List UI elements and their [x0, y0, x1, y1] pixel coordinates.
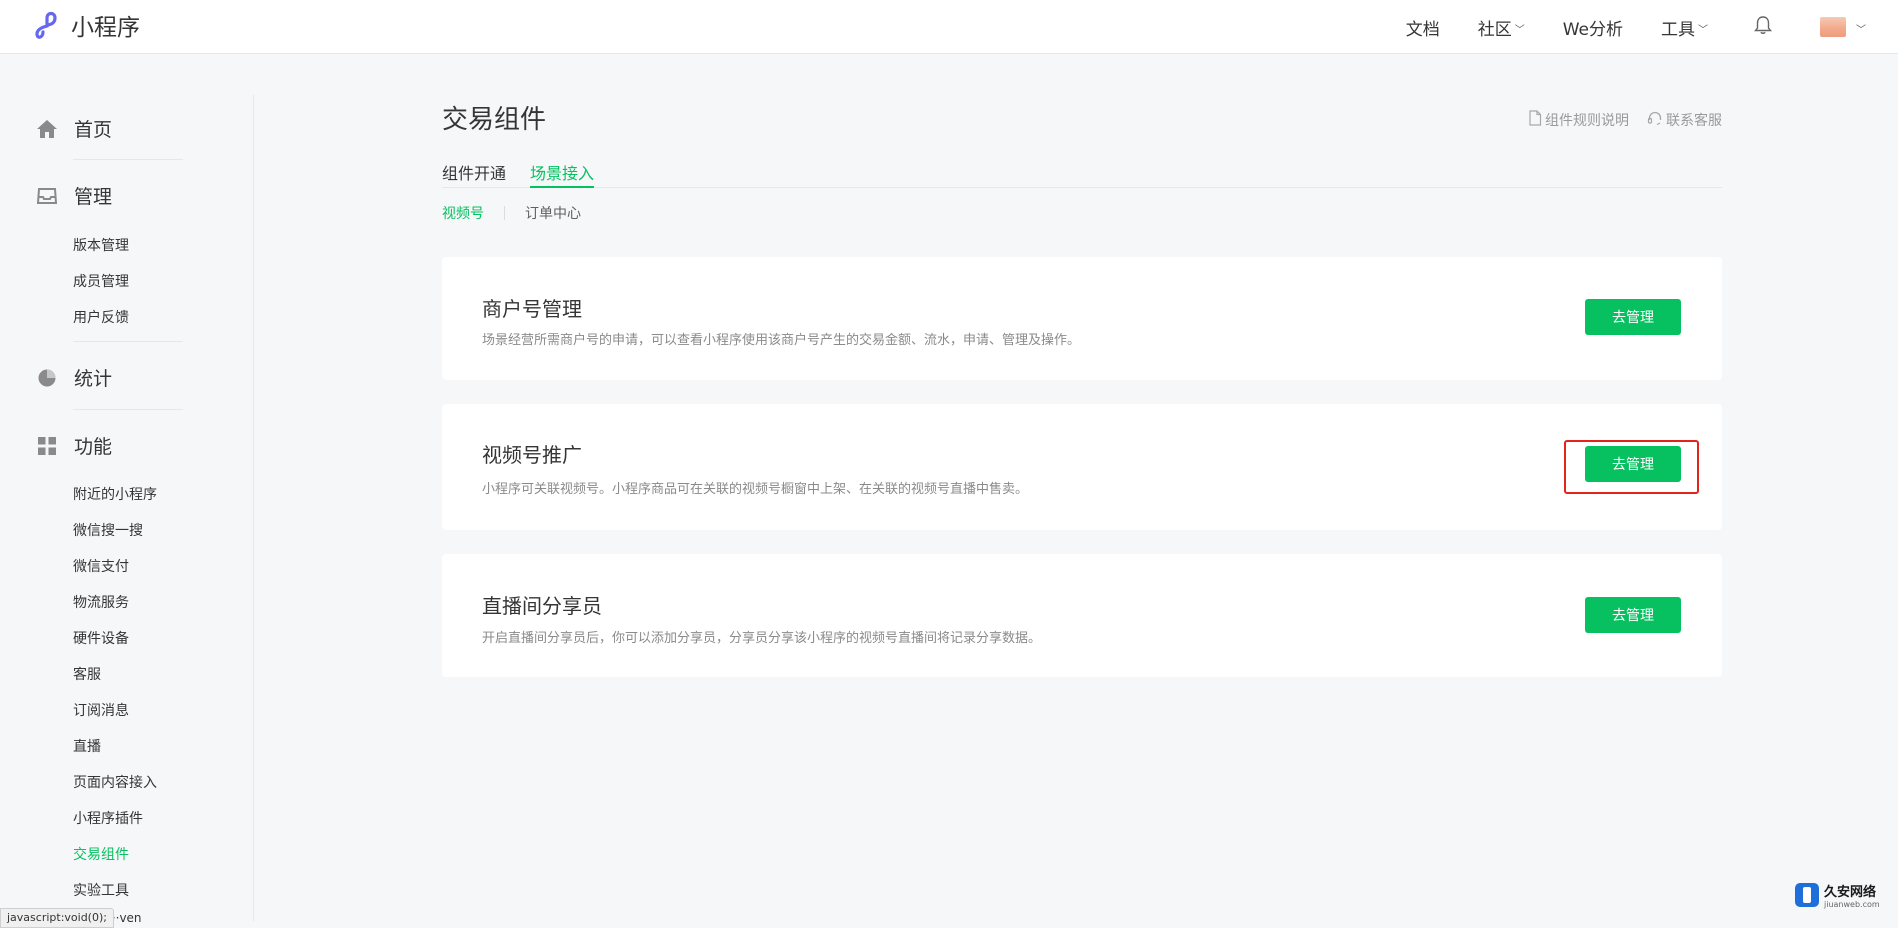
- page-title: 交易组件: [442, 105, 547, 135]
- chevron-down-icon: ﹀: [1698, 24, 1708, 36]
- inbox-icon: [36, 185, 58, 207]
- nav-community[interactable]: 社区 ﹀: [1478, 15, 1525, 40]
- chevron-down-icon: ﹀: [1514, 24, 1525, 36]
- logo[interactable]: 小程序: [35, 8, 140, 42]
- pie-chart-icon: [36, 367, 58, 389]
- card-description: 小程序可关联视频号。小程序商品可在关联的视频号橱窗中上架、在关联的视频号直播中售…: [482, 482, 1029, 497]
- subtab-order-center[interactable]: 订单中心: [525, 203, 581, 223]
- card-channels-promotion: 视频号推广 小程序可关联视频号。小程序商品可在关联的视频号橱窗中上架、在关联的视…: [442, 404, 1722, 530]
- sidebar-item-pay[interactable]: 微信支付: [73, 556, 129, 576]
- sidebar-item-page-content[interactable]: 页面内容接入: [73, 772, 157, 792]
- card-description: 开启直播间分享员后，你可以添加分享员，分享员分享该小程序的视频号直播间将记录分享…: [482, 631, 1042, 646]
- rules-link[interactable]: 组件规则说明: [1528, 110, 1629, 130]
- sidebar-separator: [73, 409, 183, 410]
- subtab-channels[interactable]: 视频号: [442, 203, 484, 223]
- top-nav: 文档 社区 ﹀ We分析 工具 ﹀ ﹀: [1406, 0, 1898, 54]
- card-merchant-management: 商户号管理 场景经营所需商户号的申请，可以查看小程序使用该商户号产生的交易金额、…: [442, 257, 1722, 380]
- nav-docs-label: 文档: [1405, 19, 1440, 40]
- sidebar-item-version[interactable]: 版本管理: [73, 235, 129, 255]
- sidebar-item-live[interactable]: 直播: [73, 736, 101, 756]
- sidebar-item-plugin[interactable]: 小程序插件: [73, 808, 143, 828]
- subtab-bar: 视频号 订单中心: [442, 203, 581, 223]
- sidebar-item-subscribe[interactable]: 订阅消息: [73, 700, 129, 720]
- home-icon: [36, 118, 58, 140]
- card-live-sharers: 直播间分享员 开启直播间分享员后，你可以添加分享员，分享员分享该小程序的视频号直…: [442, 554, 1722, 677]
- nav-we-analysis-label: We分析: [1562, 19, 1623, 40]
- top-header: 小程序 文档 社区 ﹀ We分析 工具 ﹀ ﹀: [0, 0, 1898, 54]
- sidebar-separator: [73, 341, 183, 342]
- sidebar-group-label: 管理: [74, 186, 113, 208]
- tab-enable-component[interactable]: 组件开通: [442, 160, 506, 188]
- app-title: 小程序: [71, 15, 140, 41]
- manage-merchant-button[interactable]: 去管理: [1585, 299, 1681, 335]
- sidebar-group-label: 首页: [74, 119, 113, 141]
- sidebar-item-members[interactable]: 成员管理: [73, 271, 129, 291]
- highlight-box: [1564, 440, 1699, 494]
- watermark-logo-icon: [1794, 882, 1820, 912]
- sidebar-group-label: 统计: [74, 368, 113, 390]
- sidebar-item-hardware[interactable]: 硬件设备: [73, 628, 129, 648]
- miniprogram-logo-icon: [35, 10, 63, 40]
- manage-sharers-button[interactable]: 去管理: [1585, 597, 1681, 633]
- sidebar-separator: [73, 159, 183, 160]
- sidebar-item-service[interactable]: 客服: [73, 664, 101, 684]
- tab-scene-access[interactable]: 场景接入: [530, 160, 595, 188]
- sidebar-divider: [253, 95, 254, 921]
- sidebar-item-feedback[interactable]: 用户反馈: [73, 307, 129, 327]
- avatar[interactable]: [1820, 17, 1846, 37]
- grid-icon: [36, 435, 58, 457]
- tab-bar: 组件开通 场景接入: [442, 159, 1722, 188]
- sidebar-group-label: 功能: [74, 436, 113, 458]
- nav-tools[interactable]: 工具 ﹀: [1661, 15, 1708, 40]
- watermark-cn: 久安网络: [1824, 884, 1877, 900]
- sidebar-item-nearby[interactable]: 附近的小程序: [73, 484, 157, 504]
- chevron-down-icon: ﹀: [1856, 24, 1866, 36]
- sidebar-item-logistics[interactable]: 物流服务: [73, 592, 129, 612]
- nav-tools-label: 工具: [1661, 19, 1695, 40]
- help-links: 组件规则说明 联系客服: [1528, 110, 1722, 130]
- sidebar-group-features[interactable]: 功能: [36, 432, 112, 459]
- nav-we-analysis[interactable]: We分析: [1563, 15, 1623, 40]
- watermark: 久安网络 jiuanweb.com: [1794, 882, 1880, 912]
- sidebar-group-stats[interactable]: 统计: [36, 364, 112, 391]
- browser-status-bar: javascript:void(0);: [0, 908, 114, 928]
- card-description: 场景经营所需商户号的申请，可以查看小程序使用该商户号产生的交易金额、流水，申请、…: [482, 333, 1081, 348]
- headset-icon: [1647, 110, 1666, 130]
- rules-link-label: 组件规则说明: [1545, 113, 1629, 129]
- contact-support-link[interactable]: 联系客服: [1647, 110, 1722, 130]
- sidebar-item-lab[interactable]: 实验工具: [73, 880, 129, 900]
- subtab-divider: [504, 206, 505, 220]
- nav-docs[interactable]: 文档: [1406, 15, 1440, 40]
- card-title: 商户号管理: [482, 297, 582, 321]
- document-icon: [1528, 110, 1545, 130]
- sidebar-group-home[interactable]: 首页: [36, 115, 112, 142]
- contact-support-label: 联系客服: [1666, 113, 1722, 129]
- card-title: 直播间分享员: [482, 594, 602, 618]
- sidebar-group-manage[interactable]: 管理: [36, 182, 112, 209]
- account-menu[interactable]: ﹀: [1820, 17, 1866, 37]
- card-title: 视频号推广: [482, 443, 582, 467]
- sidebar-item-trade-component[interactable]: 交易组件: [73, 844, 129, 864]
- bell-icon[interactable]: [1754, 15, 1772, 39]
- sidebar-item-search[interactable]: 微信搜一搜: [73, 520, 143, 540]
- nav-community-label: 社区: [1477, 19, 1512, 40]
- watermark-en: jiuanweb.com: [1824, 899, 1880, 909]
